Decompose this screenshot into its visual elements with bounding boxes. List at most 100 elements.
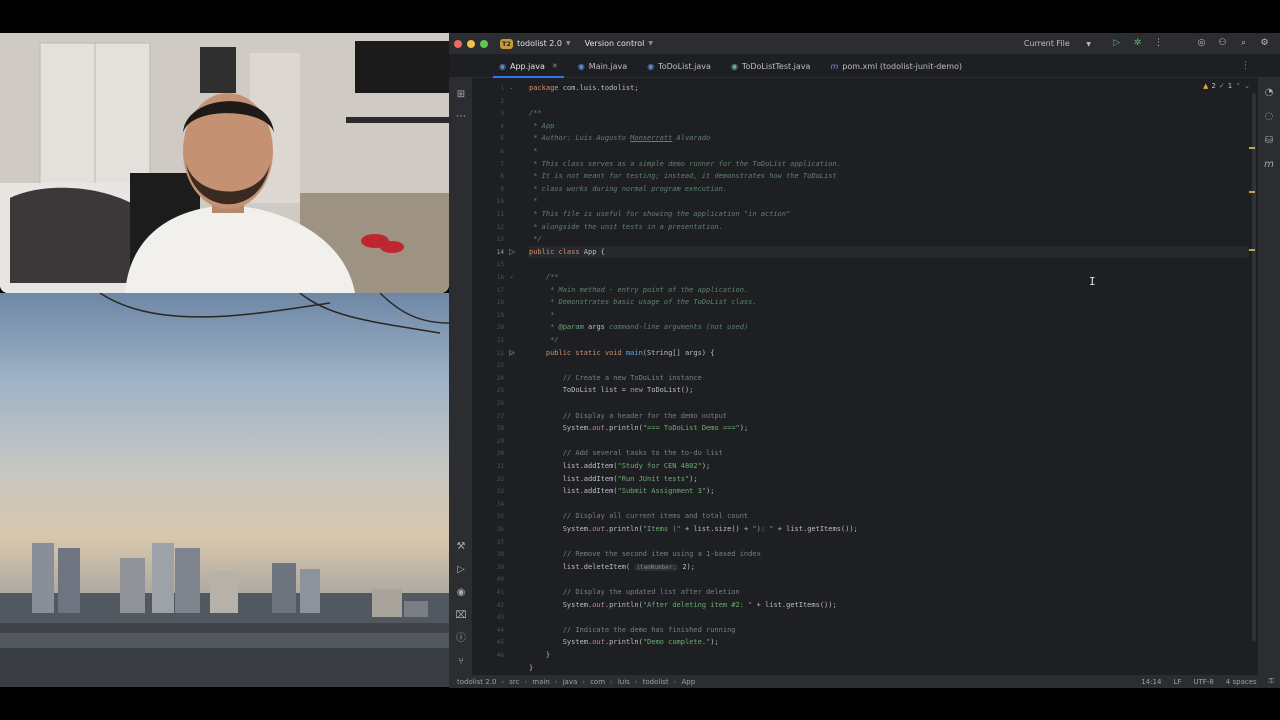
code-line[interactable]: // Add several tasks to the to-do list [529, 449, 723, 457]
code-line[interactable]: // Display all current items and total c… [529, 512, 748, 520]
line-number: 29 [496, 437, 504, 445]
run-config-selector[interactable]: Current File ▼ [1024, 39, 1101, 48]
code-line[interactable]: System.out.println("Items (" + list.size… [529, 525, 858, 533]
tab-app-java[interactable]: ◉ App.java ✕ [489, 55, 568, 78]
ai-assistant-icon[interactable]: ◎ [1196, 38, 1207, 49]
project-selector[interactable]: T2 todolist 2.0 ▼ [500, 38, 571, 49]
code-token: main [625, 348, 643, 357]
code-editor[interactable]: package com.luis.todolist; /** * App * Au… [529, 78, 1249, 675]
breadcrumb-item[interactable]: main [532, 678, 550, 686]
code-line[interactable]: // Indicate the demo has finished runnin… [529, 626, 736, 634]
java-test-icon: ◉ [730, 61, 738, 71]
run-tool-icon[interactable]: ▷ [455, 564, 467, 576]
code-line[interactable]: System.out.println("After deleting item … [529, 601, 837, 609]
code-line[interactable]: */ [529, 235, 541, 243]
warning-marker[interactable] [1249, 249, 1255, 251]
code-line[interactable]: /** [529, 109, 542, 117]
code-line[interactable]: public static void main(String[] args) { [529, 348, 715, 357]
notifications-icon[interactable]: ◔ [1263, 87, 1275, 99]
warning-marker[interactable] [1249, 191, 1255, 193]
breadcrumb-item[interactable]: java [563, 678, 578, 686]
code-line[interactable]: } [529, 664, 533, 672]
file-encoding[interactable]: UTF-8 [1193, 678, 1213, 686]
code-line[interactable]: * [529, 311, 554, 319]
warning-marker[interactable] [1249, 147, 1255, 149]
services-icon[interactable]: ◉ [455, 587, 467, 599]
indent-setting[interactable]: 4 spaces [1226, 678, 1257, 686]
editor-scrollbar[interactable] [1252, 93, 1256, 641]
code-line[interactable]: System.out.println("=== ToDoList Demo ==… [529, 424, 748, 432]
breadcrumb-item[interactable]: com [590, 678, 605, 686]
fold-icon[interactable]: ⌄ [509, 349, 514, 356]
line-number: 17 [496, 286, 504, 294]
code-line[interactable]: list.addItem("Run JUnit tests"); [529, 475, 698, 483]
code-line[interactable]: * App [529, 122, 554, 130]
code-line[interactable]: // Create a new ToDoList instance [529, 374, 702, 382]
code-line[interactable]: /** [529, 273, 559, 281]
code-line[interactable]: package com.luis.todolist; [529, 84, 639, 92]
lock-icon[interactable]: ⚿ [1269, 677, 1274, 686]
tab-main-java[interactable]: ◉ Main.java [568, 55, 637, 78]
maximize-window-button[interactable] [480, 39, 488, 48]
code-line[interactable]: list.addItem("Study for CEN 4802"); [529, 462, 711, 470]
run-icon[interactable]: ▷ [1111, 38, 1122, 49]
tab-options-icon[interactable]: ⋮ [1241, 61, 1250, 71]
breadcrumb-item[interactable]: src [509, 678, 519, 686]
code-line[interactable]: * @param args command-line arguments (no… [529, 323, 748, 331]
code-line[interactable]: // Display a header for the demo output [529, 412, 727, 420]
caret-position[interactable]: 14:14 [1141, 678, 1161, 686]
more-tools-icon[interactable]: ⋯ [455, 111, 467, 123]
code-token: * class works during normal program exec… [529, 184, 728, 193]
minimize-window-button[interactable] [467, 39, 475, 48]
code-line[interactable]: * Author: Luis Augusto Monserratt Alvara… [529, 134, 710, 142]
close-window-button[interactable] [454, 39, 462, 48]
breadcrumb-item[interactable]: todolist 2.0 [457, 678, 496, 686]
debug-icon[interactable]: ✲ [1132, 38, 1143, 49]
ai-chat-icon[interactable]: ◌ [1263, 111, 1275, 123]
code-line[interactable]: * Demonstrates basic usage of the ToDoLi… [529, 298, 757, 306]
code-line[interactable]: * This class serves as a simple demo run… [529, 160, 841, 168]
more-icon[interactable]: ⋮ [1153, 38, 1164, 49]
tab-todolist-java[interactable]: ◉ ToDoList.java [637, 55, 721, 78]
fold-icon[interactable]: ⌄ [509, 273, 514, 280]
search-icon[interactable]: ⌕ [1238, 38, 1249, 49]
line-separator[interactable]: LF [1173, 678, 1181, 686]
terminal-icon[interactable]: ⌧ [455, 610, 467, 622]
tab-pom-xml[interactable]: m pom.xml (todolist-junit-demo) [820, 55, 972, 78]
code-line[interactable]: * [529, 147, 537, 155]
version-control-menu[interactable]: Version control ▼ [585, 39, 653, 48]
code-line[interactable]: // Remove the second item using a 1-base… [529, 550, 761, 558]
code-line[interactable]: * Main method - entry point of the appli… [529, 286, 748, 294]
code-token: + list.getItems()); [752, 600, 837, 609]
add-user-icon[interactable]: ⚇ [1217, 38, 1228, 49]
code-line[interactable]: System.out.println("Demo complete."); [529, 638, 719, 646]
code-line[interactable]: list.deleteItem( itemNumber: 2); [529, 563, 695, 571]
code-line[interactable]: * alongside the unit tests in a presenta… [529, 223, 723, 231]
code-line[interactable]: // Display the updated list after deleti… [529, 588, 740, 596]
code-token: + list.getItems()); [773, 525, 858, 533]
tab-todolisttest-java[interactable]: ◉ ToDoListTest.java [721, 55, 821, 78]
database-icon[interactable]: ⛁ [1263, 135, 1275, 147]
breadcrumb-item[interactable]: todolist [643, 678, 669, 686]
code-line[interactable]: } [529, 651, 550, 659]
build-icon[interactable]: ⚒ [455, 541, 467, 553]
structure-icon[interactable]: ⊞ [455, 89, 467, 101]
code-line[interactable]: * It is not meant for testing; instead, … [529, 172, 836, 180]
code-line[interactable]: ToDoList list = new ToDoList(); [529, 386, 694, 394]
close-icon[interactable]: ✕ [552, 62, 558, 70]
fold-icon[interactable]: ⌄ [509, 84, 514, 91]
code-token: itemNumber: [634, 563, 679, 571]
code-line[interactable]: * [529, 197, 537, 205]
breadcrumb-item[interactable]: App [681, 678, 695, 686]
maven-tool-icon[interactable]: m [1263, 159, 1275, 171]
breadcrumb-item[interactable]: luis [618, 678, 630, 686]
code-line[interactable]: */ [529, 336, 558, 344]
problems-icon[interactable]: ⓘ [455, 633, 467, 645]
run-class-icon[interactable]: ▷ [509, 247, 515, 256]
code-line[interactable]: * class works during normal program exec… [529, 185, 727, 193]
code-line[interactable]: * This file is useful for showing the ap… [529, 210, 790, 218]
git-icon[interactable]: ⑂ [455, 656, 467, 668]
code-line[interactable]: list.addItem("Submit Assignment 3"); [529, 487, 715, 495]
settings-icon[interactable]: ⚙ [1259, 38, 1270, 49]
code-line[interactable]: public class App { [529, 248, 605, 256]
